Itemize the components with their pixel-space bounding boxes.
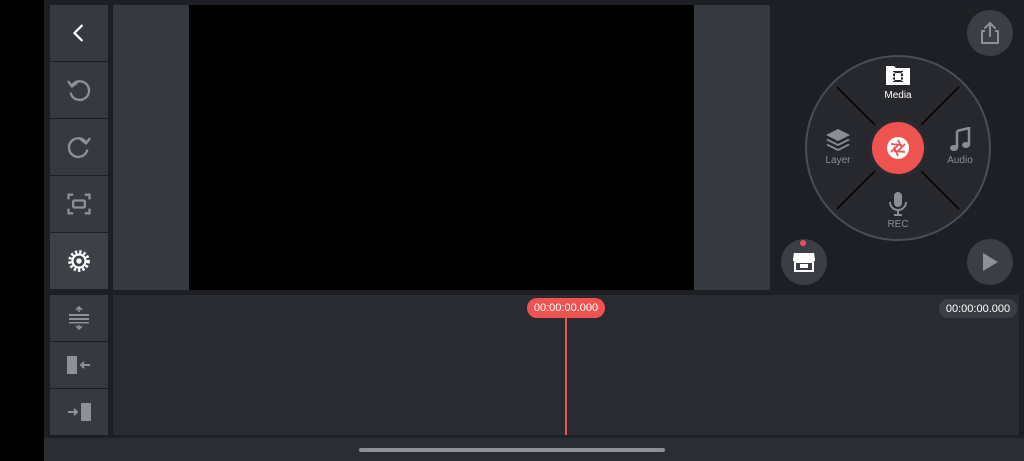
record-button[interactable] — [869, 119, 927, 177]
media-wheel: Media Layer Audio REC — [805, 55, 991, 241]
back-button[interactable] — [50, 5, 108, 61]
notification-dot — [800, 240, 806, 246]
play-icon — [983, 253, 998, 271]
jump-to-start-button[interactable] — [50, 342, 108, 388]
left-edge — [0, 0, 44, 461]
expand-timeline-icon — [69, 306, 89, 330]
jump-to-end-icon — [68, 403, 91, 421]
camera-shutter-icon — [887, 137, 909, 159]
redo-icon — [67, 137, 91, 159]
playhead-time-badge: 00:00:00.000 — [527, 298, 605, 318]
share-icon — [981, 22, 999, 44]
store-icon — [793, 253, 815, 272]
rec-button[interactable]: REC — [873, 191, 923, 230]
layer-label: Layer — [825, 155, 851, 166]
media-label: Media — [884, 90, 912, 101]
layers-icon — [826, 129, 850, 151]
home-indicator[interactable] — [359, 448, 665, 452]
audio-button[interactable]: Audio — [935, 127, 985, 166]
microphone-icon — [889, 192, 907, 216]
play-button[interactable] — [967, 239, 1013, 285]
asset-store-button[interactable] — [781, 239, 827, 285]
media-button[interactable]: Media — [873, 63, 923, 101]
playhead-line[interactable] — [565, 310, 567, 435]
export-button[interactable] — [967, 10, 1013, 56]
layer-button[interactable]: Layer — [813, 127, 863, 166]
preview-canvas[interactable] — [189, 5, 694, 290]
total-duration-badge: 00:00:00.000 — [939, 299, 1017, 318]
timeline-expand-button[interactable] — [50, 295, 108, 341]
audio-label: Audio — [947, 155, 973, 166]
aspect-ratio-button[interactable] — [50, 176, 108, 232]
chevron-left-icon — [73, 24, 83, 42]
music-note-icon — [950, 127, 971, 151]
undo-button[interactable] — [50, 62, 108, 118]
film-folder-icon — [886, 66, 910, 85]
gear-icon — [68, 250, 90, 272]
settings-button[interactable] — [50, 233, 108, 289]
undo-icon — [67, 80, 91, 102]
jump-to-end-button[interactable] — [50, 389, 108, 435]
timeline-toolbar — [50, 295, 108, 435]
aspect-ratio-icon — [67, 193, 91, 215]
editor-toolbar — [50, 5, 108, 290]
redo-button[interactable] — [50, 119, 108, 175]
rec-label: REC — [887, 219, 909, 230]
jump-to-start-icon — [67, 356, 90, 374]
